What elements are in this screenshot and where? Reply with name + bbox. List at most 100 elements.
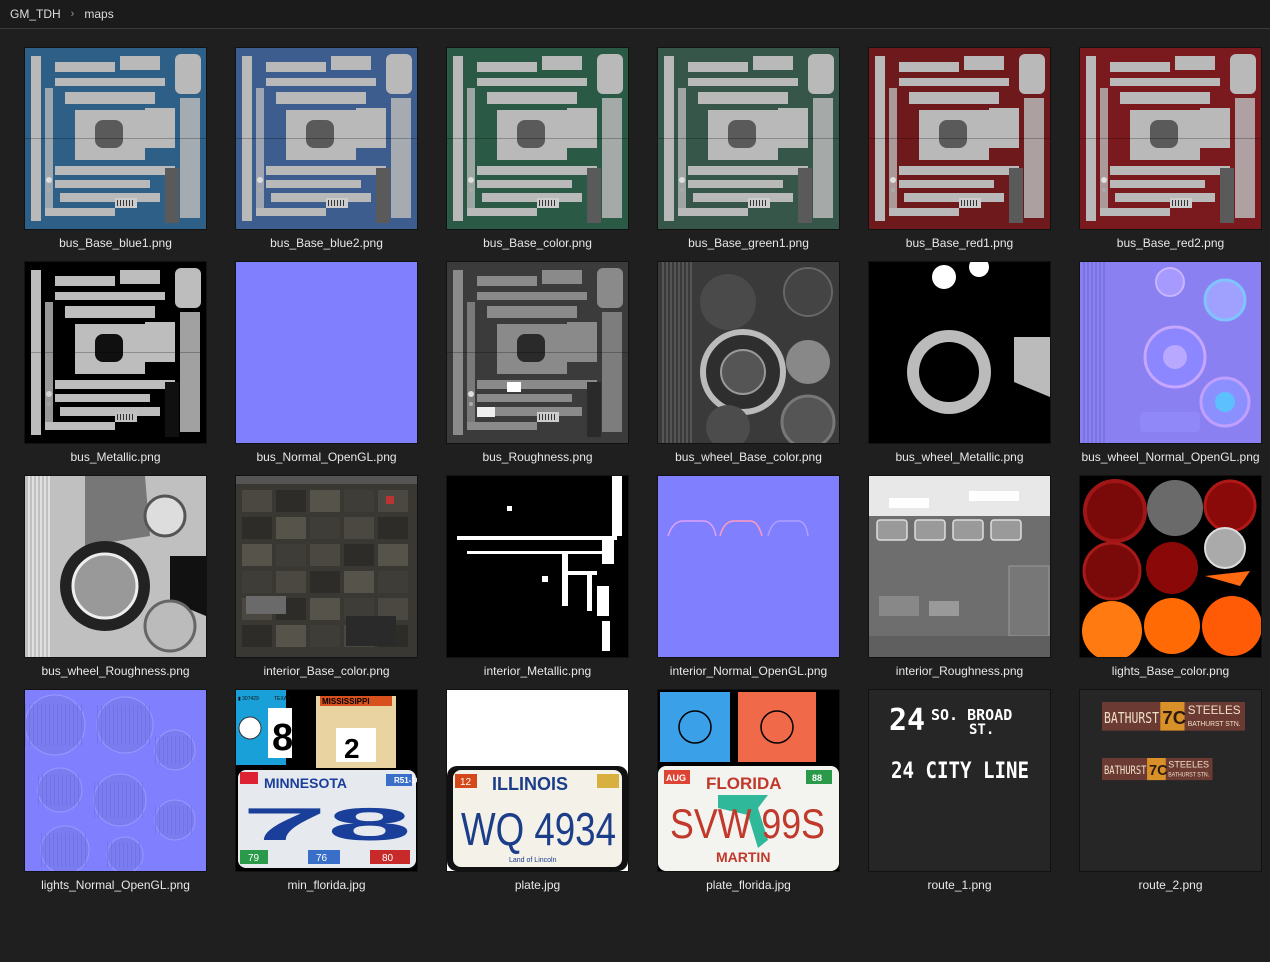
file-item[interactable]: bus_wheel_Base_color.png (647, 252, 858, 466)
file-thumbnail[interactable] (447, 48, 628, 229)
file-name: bus_Base_blue2.png (270, 236, 383, 250)
file-thumbnail[interactable]: 24 SO. BROAD ST. 24 CITY LINE (869, 690, 1050, 871)
thumbnail-image: ILLINOIS 12 WQ 4934 Land of Lincoln (447, 690, 628, 871)
svg-text:ILLINOIS: ILLINOIS (492, 774, 568, 794)
svg-text:24: 24 (889, 703, 925, 738)
file-item[interactable]: lights_Normal_OpenGL.png (14, 680, 225, 894)
file-item[interactable]: AUG FLORIDA 88 SVW 99S MARTIN plate_florida.j… (647, 680, 858, 894)
svg-text:BATHURST: BATHURST (1104, 709, 1159, 727)
file-thumbnail[interactable] (25, 48, 206, 229)
file-item[interactable]: ▮ 307429 TEXAS 8 MISSISSIPPI 2 MINNESOTA R51-1… (225, 680, 436, 894)
file-thumbnail[interactable] (1080, 476, 1261, 657)
svg-text:Land of Lincoln: Land of Lincoln (509, 857, 557, 864)
file-thumbnail[interactable] (1080, 48, 1261, 229)
file-item[interactable]: bus_wheel_Metallic.png (858, 252, 1069, 466)
thumbnail-image (25, 476, 206, 657)
file-item[interactable]: lights_Base_color.png (1069, 466, 1270, 680)
file-thumbnail[interactable]: ILLINOIS 12 WQ 4934 Land of Lincoln (447, 690, 628, 871)
file-item[interactable]: bus_wheel_Normal_OpenGL.png (1069, 252, 1270, 466)
file-name: plate_florida.jpg (706, 878, 791, 892)
file-item[interactable]: BATHURST 7C STEELES BATHURST STN. BATHURST 7C… (1069, 680, 1270, 894)
file-item[interactable]: bus_Base_green1.png (647, 38, 858, 252)
file-name: interior_Roughness.png (895, 664, 1024, 678)
file-name: interior_Metallic.png (483, 664, 592, 678)
thumbnail-image (869, 476, 1050, 657)
file-thumbnail[interactable] (658, 48, 839, 229)
file-name: bus_Base_red1.png (905, 236, 1014, 250)
file-item[interactable]: bus_Normal_OpenGL.png (225, 252, 436, 466)
file-item[interactable]: bus_Base_red2.png (1069, 38, 1270, 252)
thumbnail-image (236, 262, 417, 443)
file-thumbnail[interactable] (25, 476, 206, 657)
file-item[interactable]: bus_Metallic.png (14, 252, 225, 466)
file-thumbnail[interactable] (869, 262, 1050, 443)
file-thumbnail[interactable] (236, 48, 417, 229)
file-item[interactable]: bus_Base_blue1.png (14, 38, 225, 252)
file-thumbnail[interactable] (447, 262, 628, 443)
file-item[interactable]: interior_Roughness.png (858, 466, 1069, 680)
thumbnail-image (25, 262, 206, 443)
file-name: bus_wheel_Normal_OpenGL.png (1081, 450, 1260, 464)
file-thumbnail[interactable] (658, 262, 839, 443)
svg-text:2: 2 (344, 733, 360, 764)
file-thumbnail[interactable] (236, 262, 417, 443)
svg-text:7C: 7C (1162, 707, 1186, 728)
svg-text:76: 76 (316, 853, 328, 864)
file-thumbnail[interactable] (1080, 262, 1261, 443)
svg-text:▮ 307429: ▮ 307429 (238, 696, 259, 702)
svg-text:MISSISSIPPI: MISSISSIPPI (322, 697, 370, 706)
file-item[interactable]: bus_Base_red1.png (858, 38, 1069, 252)
thumbnail-image (658, 262, 839, 443)
svg-text:8: 8 (272, 717, 293, 759)
file-thumbnail[interactable] (869, 476, 1050, 657)
file-thumbnail[interactable]: AUG FLORIDA 88 SVW 99S MARTIN (658, 690, 839, 871)
svg-text:88: 88 (812, 773, 822, 783)
breadcrumb-root[interactable]: GM_TDH (10, 7, 61, 21)
thumbnail-image (1080, 48, 1261, 229)
svg-text:12: 12 (460, 777, 472, 788)
file-item[interactable]: interior_Base_color.png (225, 466, 436, 680)
file-item[interactable]: ILLINOIS 12 WQ 4934 Land of Lincoln plate.jp… (436, 680, 647, 894)
svg-text:7C: 7C (1149, 763, 1168, 779)
svg-text:BATHURST: BATHURST (1104, 763, 1147, 777)
svg-text:WQ 4934: WQ 4934 (461, 803, 616, 855)
file-name: bus_Base_red2.png (1116, 236, 1225, 250)
thumbnail-image (1080, 476, 1261, 657)
svg-text:ST.: ST. (969, 722, 994, 738)
file-thumbnail[interactable]: ▮ 307429 TEXAS 8 MISSISSIPPI 2 MINNESOTA R51-1… (236, 690, 417, 871)
thumbnail-image (447, 476, 628, 657)
thumbnail-image: 24 SO. BROADST.24 CITY LINE (869, 690, 1050, 871)
file-thumbnail[interactable] (25, 262, 206, 443)
svg-text:MINNESOTA: MINNESOTA (264, 775, 347, 791)
file-item[interactable]: interior_Normal_OpenGL.png (647, 466, 858, 680)
file-thumbnail[interactable]: BATHURST 7C STEELES BATHURST STN. BATHURST 7C… (1080, 690, 1261, 871)
file-item[interactable]: 24 SO. BROAD ST. 24 CITY LINE route_1.png (858, 680, 1069, 894)
file-name: bus_wheel_Metallic.png (895, 450, 1024, 464)
file-thumbnail[interactable] (447, 476, 628, 657)
file-thumbnail[interactable] (236, 476, 417, 657)
svg-text:78: 78 (242, 798, 412, 850)
file-name: bus_Base_blue1.png (59, 236, 172, 250)
file-name: bus_wheel_Base_color.png (675, 450, 822, 464)
file-name: lights_Normal_OpenGL.png (41, 878, 190, 892)
file-thumbnail[interactable] (869, 48, 1050, 229)
thumbnail-image (869, 262, 1050, 443)
thumbnail-image: AUG FLORIDA 88 SVW 99S MARTIN (658, 690, 839, 871)
file-item[interactable]: interior_Metallic.png (436, 466, 647, 680)
file-thumbnail[interactable] (25, 690, 206, 871)
file-item[interactable]: bus_Base_blue2.png (225, 38, 436, 252)
breadcrumb-current[interactable]: maps (84, 7, 113, 21)
file-item[interactable]: bus_Base_color.png (436, 38, 647, 252)
file-item[interactable]: bus_Roughness.png (436, 252, 647, 466)
svg-text:80: 80 (382, 853, 394, 864)
file-item[interactable]: bus_wheel_Roughness.png (14, 466, 225, 680)
thumbnail-image (25, 690, 206, 871)
thumbnail-image (869, 48, 1050, 229)
thumbnail-image: BATHURST 7C STEELESBATHURST STN.BATHURST 7C… (1080, 690, 1261, 871)
file-name: min_florida.jpg (287, 878, 366, 892)
svg-text:79: 79 (248, 853, 260, 864)
svg-text:STEELES: STEELES (1188, 703, 1241, 717)
file-thumbnail[interactable] (658, 476, 839, 657)
thumbnail-image (447, 48, 628, 229)
svg-text:STEELES: STEELES (1168, 759, 1209, 769)
